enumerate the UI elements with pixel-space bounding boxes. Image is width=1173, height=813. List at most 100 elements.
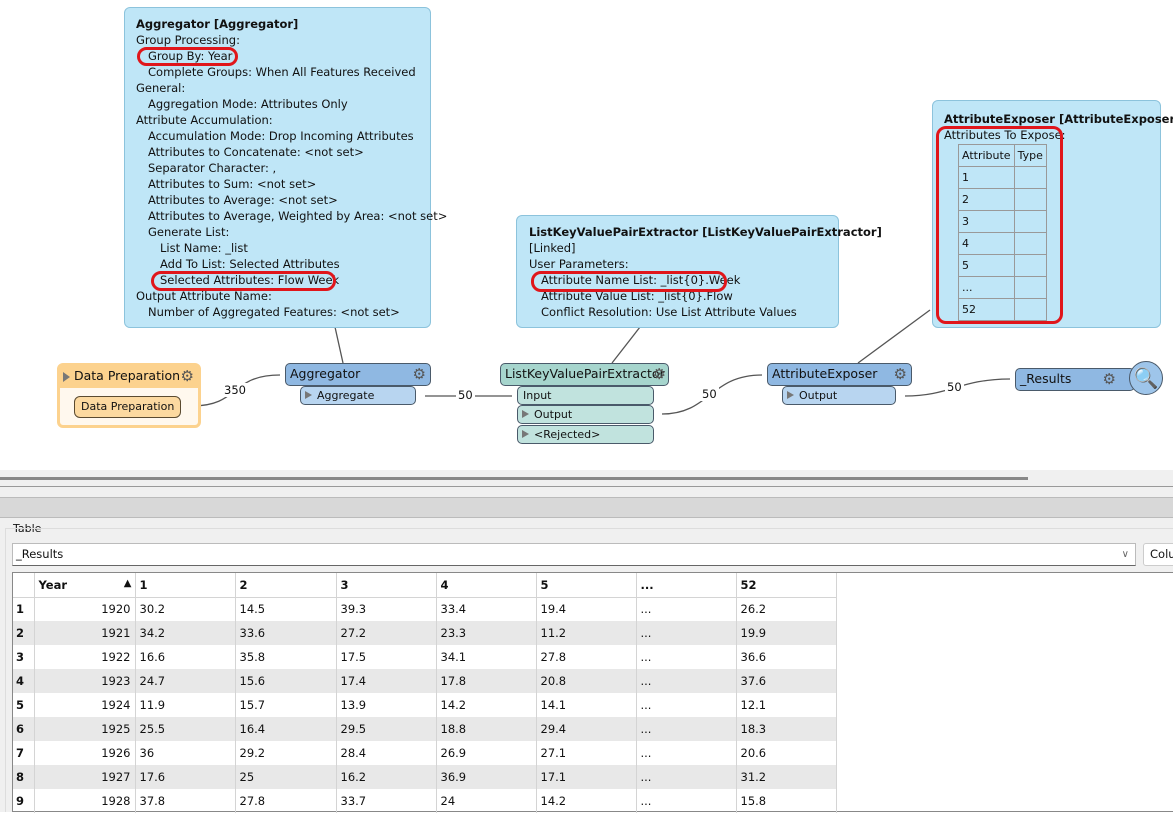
table-cell: 15.7 <box>235 693 337 717</box>
table-cell: 29.2 <box>235 741 337 765</box>
port-label: Aggregate <box>317 389 375 402</box>
exposer-output-port[interactable]: Output <box>782 386 896 405</box>
transformer-name: _Results <box>1020 371 1072 386</box>
dataset-select[interactable]: _Results ∨ <box>12 543 1136 566</box>
columns-button[interactable]: Colu <box>1143 543 1173 566</box>
tooltip-line: Output Attribute Name: <box>136 289 272 303</box>
gear-icon[interactable]: ⚙ <box>894 366 907 382</box>
table-row[interactable]: 6 1925 25.5 16.4 29.5 18.8 29.4... 18.3 <box>13 717 837 741</box>
table-cell: 12.1 <box>736 693 837 717</box>
table-cell: ... <box>636 645 737 669</box>
column-header[interactable]: Year ▲ <box>34 573 136 598</box>
table-cell: 15.8 <box>736 789 837 813</box>
table-row[interactable]: 4 1923 24.7 15.6 17.4 17.8 20.8... 37.6 <box>13 669 837 693</box>
feature-count: 50 <box>945 380 964 394</box>
table-cell: 16.2 <box>336 765 437 789</box>
table-cell: 27.8 <box>536 645 637 669</box>
feature-count: 350 <box>222 383 248 397</box>
column-header-label: 4 <box>440 577 449 592</box>
table-cell: 29.4 <box>536 717 637 741</box>
gear-icon[interactable]: ⚙ <box>413 366 426 382</box>
row-number-header <box>13 573 35 598</box>
column-header[interactable]: 2 <box>235 573 337 598</box>
table-cell: 29.5 <box>336 717 437 741</box>
aggregate-port[interactable]: Aggregate <box>300 386 416 405</box>
column-header-label: 52 <box>740 577 757 592</box>
feature-count: 50 <box>456 388 475 402</box>
table-cell: ... <box>636 717 737 741</box>
table-row[interactable]: 3 1922 16.6 35.8 17.5 34.1 27.8... 36.6 <box>13 645 837 669</box>
table-cell: 18.3 <box>736 717 837 741</box>
tooltip-line: Conflict Resolution: Use List Attribute … <box>541 305 797 319</box>
table-cell: 34.2 <box>135 621 236 645</box>
column-header[interactable]: ... <box>636 573 737 598</box>
highlight-attributes-to-expose <box>936 126 1063 324</box>
magnifier-icon[interactable]: 🔍 <box>1129 361 1163 395</box>
table-cell: 18.8 <box>436 717 537 741</box>
tooltip-line: Attributes to Sum: <not set> <box>148 177 317 191</box>
table-cell: 37.6 <box>736 669 837 693</box>
table-cell: 1927 <box>34 765 136 789</box>
gear-icon[interactable]: ⚙ <box>1103 371 1116 387</box>
column-header[interactable]: 52 <box>736 573 837 598</box>
table-row[interactable]: 8 1927 17.6 25 16.2 36.9 17.1... 31.2 <box>13 765 837 789</box>
table-cell: 16.6 <box>135 645 236 669</box>
table-cell: 20.6 <box>736 741 837 765</box>
column-header[interactable]: 4 <box>436 573 537 598</box>
results-inspector[interactable]: _Results ⚙ <box>1015 368 1135 391</box>
table-row[interactable]: 9 1928 37.8 27.8 33.7 24 14.2... 15.8 <box>13 789 837 813</box>
row-number: 1 <box>13 597 35 621</box>
tooltip-line: Complete Groups: When All Features Recei… <box>148 65 416 79</box>
tooltip-line: Aggregation Mode: Attributes Only <box>148 97 348 111</box>
highlight-attribute-name-list <box>531 271 727 292</box>
table-cell: 1922 <box>34 645 136 669</box>
table-cell: 30.2 <box>135 597 236 621</box>
gear-icon[interactable]: ⚙ <box>653 366 666 382</box>
gear-icon[interactable]: ⚙ <box>181 368 194 384</box>
feature-count: 50 <box>700 387 719 401</box>
column-header[interactable]: 5 <box>536 573 637 598</box>
attributeexposer-transformer[interactable]: AttributeExposer ⚙ <box>767 363 912 386</box>
table-cell: 23.3 <box>436 621 537 645</box>
table-cell: 33.7 <box>336 789 437 813</box>
highlight-selected-attributes <box>151 271 336 291</box>
table-cell: 25.5 <box>135 717 236 741</box>
port-label: Output <box>799 389 838 402</box>
column-header-label: 3 <box>340 577 349 592</box>
column-header-label: Year <box>38 577 68 592</box>
expand-icon <box>305 391 312 399</box>
row-number: 2 <box>13 621 35 645</box>
tooltip-line: Attribute Accumulation: <box>136 113 273 127</box>
output-port[interactable]: Output <box>517 405 654 424</box>
input-port[interactable]: Input <box>517 386 654 405</box>
horizontal-scrollbar[interactable] <box>0 477 1028 480</box>
datapreparation-node[interactable]: Data Preparation <box>74 396 181 418</box>
table-cell: 25 <box>235 765 337 789</box>
lkvpe-transformer[interactable]: ListKeyValuePairExtractor ⚙ <box>500 363 669 386</box>
transformer-name: ListKeyValuePairExtractor <box>505 366 665 381</box>
table-cell: 26.9 <box>436 741 537 765</box>
aggregator-transformer[interactable]: Aggregator ⚙ <box>285 363 431 386</box>
tooltip-title: AttributeExposer [AttributeExposer] <box>944 112 1173 126</box>
rejected-port[interactable]: <Rejected> <box>517 425 654 444</box>
column-header[interactable]: 3 <box>336 573 437 598</box>
table-row[interactable]: 2 1921 34.2 33.6 27.2 23.3 11.2... 19.9 <box>13 621 837 645</box>
bookmark-title: Data Preparation <box>74 368 181 383</box>
bookmark-data-preparation[interactable]: Data Preparation ⚙ Data Preparation <box>57 363 201 428</box>
table-view-panel: Table _Results ∨ Colu Year ▲ 1 2 3 4 5... 52 1 192… <box>0 470 1173 813</box>
table-row[interactable]: 5 1924 11.9 15.7 13.9 14.2 14.1... 12.1 <box>13 693 837 717</box>
chevron-down-icon: ∨ <box>1121 549 1129 560</box>
table-cell: ... <box>636 741 737 765</box>
table-cell: ... <box>636 621 737 645</box>
tooltip-line: Attributes to Average, Weighted by Area:… <box>148 209 448 223</box>
expand-icon[interactable] <box>63 372 70 382</box>
table-row[interactable]: 1 1920 30.2 14.5 39.3 33.4 19.4... 26.2 <box>13 597 837 621</box>
table-cell: 24 <box>436 789 537 813</box>
column-header[interactable]: 1 <box>135 573 236 598</box>
table-cell: 27.2 <box>336 621 437 645</box>
table-cell: 17.1 <box>536 765 637 789</box>
table-row[interactable]: 7 1926 36 29.2 28.4 26.9 27.1... 20.6 <box>13 741 837 765</box>
sort-ascending-icon[interactable]: ▲ <box>124 578 132 589</box>
port-label: Output <box>534 408 573 421</box>
table-cell: 17.6 <box>135 765 236 789</box>
